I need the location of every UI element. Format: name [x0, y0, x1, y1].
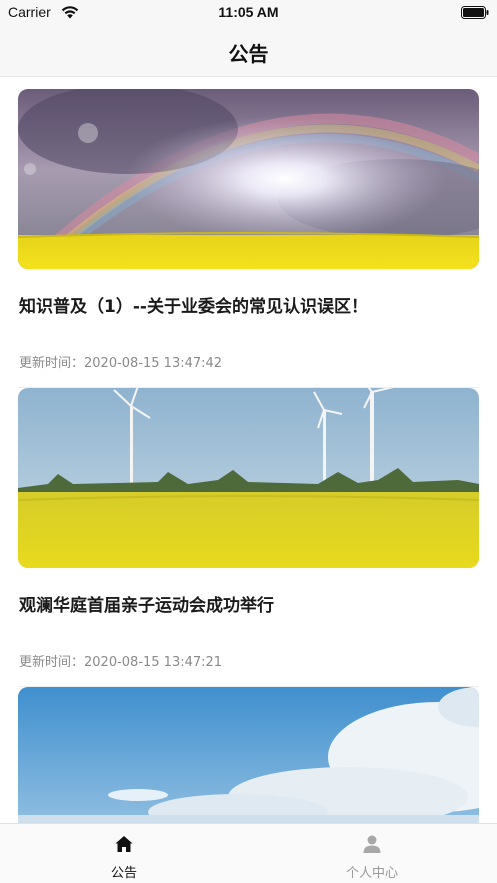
tab-announcements[interactable]: 公告 — [0, 824, 248, 883]
announcement-timestamp: 更新时间：2020-08-15 13:47:42 — [19, 356, 223, 371]
announcement-title[interactable]: 观澜华庭首届亲子运动会成功举行 — [19, 591, 479, 616]
home-icon — [115, 836, 133, 852]
navigation-bar: 公告 — [0, 26, 497, 77]
announcement-card[interactable]: 观澜华庭首届亲子运动会成功举行 更新时间：2020-08-15 13:47:21 — [18, 388, 479, 687]
tab-label: 个人中心 — [345, 866, 398, 881]
page-title: 公告 — [228, 42, 269, 66]
announcement-list[interactable]: 知识普及（1）--关于业委会的常见认识误区！ 更新时间：2020-08-15 1… — [0, 77, 497, 823]
announcement-title[interactable]: 知识普及（1）--关于业委会的常见认识误区！ — [19, 292, 479, 317]
announcement-image[interactable] — [18, 388, 479, 568]
tab-label: 公告 — [110, 866, 137, 881]
tab-bar: 公告 个人中心 — [0, 823, 497, 883]
announcement-card[interactable] — [18, 687, 479, 823]
status-time: 11:05 AM — [218, 4, 279, 20]
status-bar: Carrier 11:05 AM — [0, 0, 497, 26]
battery-icon — [461, 6, 489, 19]
app-screen: Carrier 11:05 AM 公告 知识普及（1）--关于业委会的常见认识误… — [0, 0, 497, 883]
tab-personal-center[interactable]: 个人中心 — [248, 824, 496, 883]
announcement-image[interactable] — [18, 89, 479, 269]
announcement-card[interactable]: 知识普及（1）--关于业委会的常见认识误区！ 更新时间：2020-08-15 1… — [18, 89, 479, 388]
announcement-image[interactable] — [18, 687, 479, 823]
announcement-timestamp: 更新时间：2020-08-15 13:47:21 — [19, 655, 223, 670]
person-icon — [363, 835, 381, 853]
